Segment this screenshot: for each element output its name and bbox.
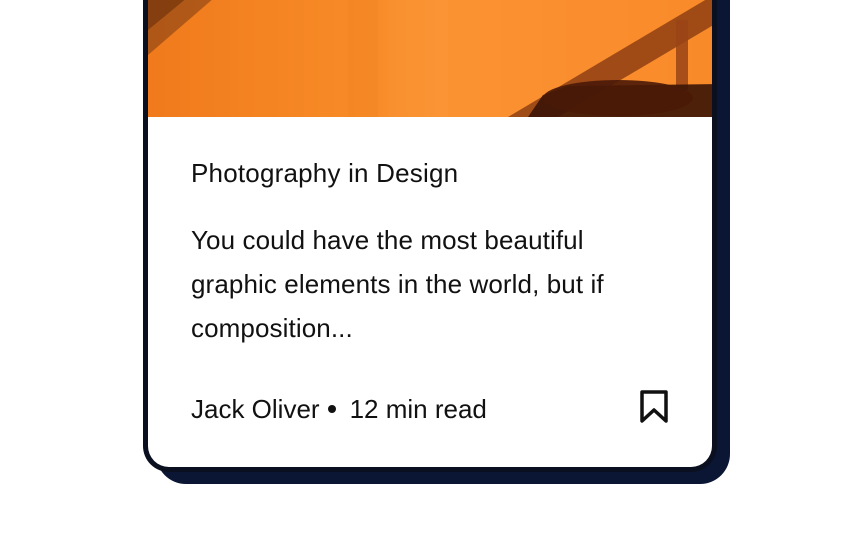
article-title[interactable]: Photography in Design <box>191 160 671 186</box>
article-meta: Jack Oliver 12 min read <box>191 396 487 422</box>
card-content: Photography in Design You could have the… <box>191 160 671 350</box>
article-excerpt: You could have the most beautiful graphi… <box>191 225 604 343</box>
read-time: 12 min read <box>349 394 487 424</box>
hero-photo-graphic <box>148 0 712 117</box>
hero-image <box>148 0 712 117</box>
author-name[interactable]: Jack Oliver <box>191 396 320 422</box>
article-card[interactable]: Photography in Design You could have the… <box>143 0 717 472</box>
separator-dot <box>327 405 336 413</box>
bookmark-button[interactable] <box>639 390 669 424</box>
bookmark-icon <box>640 390 668 423</box>
article-card-stage: Photography in Design You could have the… <box>0 0 864 540</box>
